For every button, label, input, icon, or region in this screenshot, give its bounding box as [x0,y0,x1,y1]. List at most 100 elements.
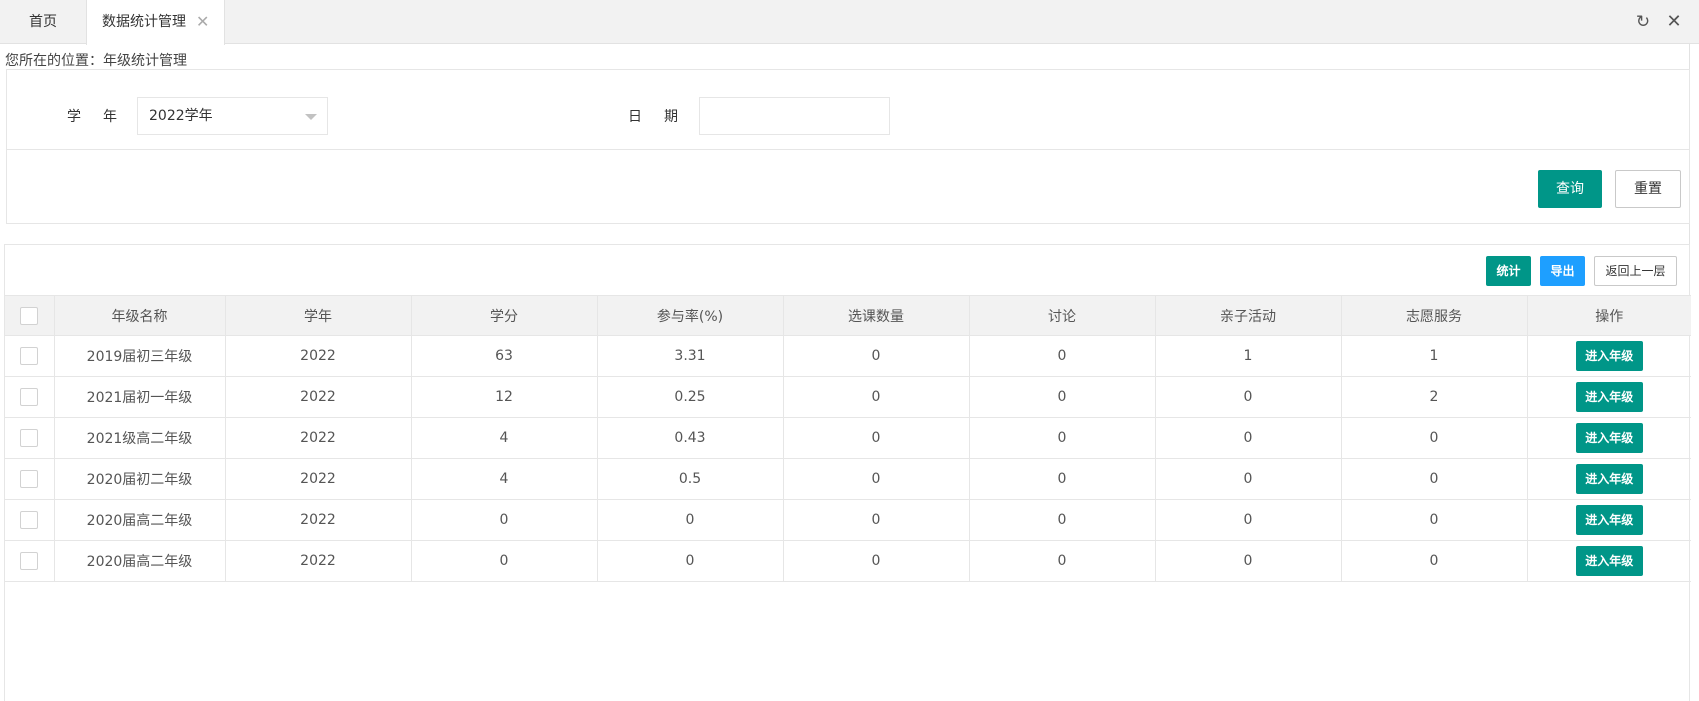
row-checkbox[interactable] [20,470,39,488]
enter-grade-button[interactable]: 进入年级 [1575,505,1643,535]
query-button[interactable]: 查询 [1538,170,1602,208]
table-row: 2020届高二年级 2022 0 0 0 0 0 0 进入年级 [5,540,1691,582]
courses-cell: 0 [782,376,970,418]
volunteer-cell: 2 [1340,376,1528,418]
row-select-cell [5,376,55,418]
rate-cell: 0 [596,540,784,582]
table-row: 2020届高二年级 2022 0 0 0 0 0 0 进入年级 [5,499,1691,541]
grade-table: 年级名称 学年 学分 参与率(%) 选课数量 讨论 亲子活动 志愿服务 操作 2… [5,295,1691,582]
volunteer-cell: 1 [1340,335,1528,377]
action-cell: 进入年级 [1526,458,1691,500]
discussion-cell: 0 [968,417,1156,459]
year-cell: 2022 [224,458,412,500]
tab-data-statistics[interactable]: 数据统计管理 ✕ [86,0,225,45]
parent-activity-cell: 0 [1154,458,1342,500]
search-fields-row: 学年 2022学年 日期 [7,70,1689,150]
courses-cell: 0 [782,458,970,500]
column-header: 学分 [410,295,598,336]
date-label: 日期 [628,109,700,125]
enter-grade-button[interactable]: 进入年级 [1575,423,1643,453]
action-cell: 进入年级 [1526,417,1691,459]
search-panel: 学年 2022学年 日期 查询 重置 [6,69,1690,224]
grade-name-cell: 2021届初一年级 [53,376,226,418]
credits-cell: 0 [410,499,598,541]
year-cell: 2022 [224,499,412,541]
year-cell: 2022 [224,335,412,377]
column-header: 操作 [1526,295,1691,336]
caret-down-icon [305,114,317,120]
tab-label: 数据统计管理 [102,14,186,30]
credits-cell: 4 [410,417,598,459]
close-all-icon[interactable]: ✕ [1664,12,1684,32]
discussion-cell: 0 [968,499,1156,541]
action-cell: 进入年级 [1526,335,1691,377]
volunteer-cell: 0 [1340,417,1528,459]
parent-activity-cell: 1 [1154,335,1342,377]
grade-name-cell: 2020届高二年级 [53,499,226,541]
table-row: 2021级高二年级 2022 4 0.43 0 0 0 0 进入年级 [5,417,1691,459]
row-checkbox[interactable] [20,388,39,406]
row-checkbox[interactable] [20,429,39,447]
credits-cell: 0 [410,540,598,582]
volunteer-cell: 0 [1340,458,1528,500]
year-cell: 2022 [224,417,412,459]
table-header-row: 年级名称 学年 学分 参与率(%) 选课数量 讨论 亲子活动 志愿服务 操作 [5,295,1691,336]
breadcrumb: 您所在的位置：年级统计管理 [5,53,187,69]
courses-cell: 0 [782,540,970,582]
year-select-value: 2022学年 [149,108,213,124]
year-label: 学年 [67,109,139,125]
table-row: 2019届初三年级 2022 63 3.31 0 0 1 1 进入年级 [5,335,1691,377]
enter-grade-button[interactable]: 进入年级 [1575,382,1643,412]
column-header: 志愿服务 [1340,295,1528,336]
row-select-cell [5,499,55,541]
statistics-button[interactable]: 统计 [1486,256,1531,286]
close-icon[interactable]: ✕ [196,0,209,44]
discussion-cell: 0 [968,458,1156,500]
volunteer-cell: 0 [1340,499,1528,541]
credits-cell: 12 [410,376,598,418]
column-header: 参与率(%) [596,295,784,336]
column-header: 亲子活动 [1154,295,1342,336]
discussion-cell: 0 [968,335,1156,377]
discussion-cell: 0 [968,376,1156,418]
volunteer-cell: 0 [1340,540,1528,582]
credits-cell: 63 [410,335,598,377]
row-checkbox[interactable] [20,552,39,570]
column-header: 选课数量 [782,295,970,336]
export-button[interactable]: 导出 [1540,256,1585,286]
table-panel: 统计 导出 返回上一层 年级名称 学年 学分 参与率(%) 选课数量 讨论 亲子… [4,244,1691,701]
back-button[interactable]: 返回上一层 [1594,256,1677,286]
enter-grade-button[interactable]: 进入年级 [1575,341,1643,371]
parent-activity-cell: 0 [1154,499,1342,541]
rate-cell: 0.43 [596,417,784,459]
parent-activity-cell: 0 [1154,417,1342,459]
select-all-checkbox[interactable] [20,306,39,325]
date-input[interactable] [699,97,890,135]
row-select-cell [5,335,55,377]
row-select-cell [5,458,55,500]
row-select-cell [5,417,55,459]
action-cell: 进入年级 [1526,499,1691,541]
enter-grade-button[interactable]: 进入年级 [1575,546,1643,576]
select-all-cell [5,295,55,336]
rate-cell: 3.31 [596,335,784,377]
parent-activity-cell: 0 [1154,540,1342,582]
rate-cell: 0.5 [596,458,784,500]
enter-grade-button[interactable]: 进入年级 [1575,464,1643,494]
courses-cell: 0 [782,499,970,541]
tab-bar: 首页 数据统计管理 ✕ ↻ ✕ [0,0,1699,45]
action-cell: 进入年级 [1526,376,1691,418]
row-select-cell [5,540,55,582]
parent-activity-cell: 0 [1154,376,1342,418]
year-cell: 2022 [224,376,412,418]
year-select[interactable]: 2022学年 [137,97,328,135]
row-checkbox[interactable] [20,511,39,529]
table-row: 2021届初一年级 2022 12 0.25 0 0 0 2 进入年级 [5,376,1691,418]
rate-cell: 0 [596,499,784,541]
refresh-icon[interactable]: ↻ [1633,12,1653,32]
rate-cell: 0.25 [596,376,784,418]
row-checkbox[interactable] [20,347,39,365]
reset-button[interactable]: 重置 [1615,170,1681,208]
grade-name-cell: 2020届高二年级 [53,540,226,582]
tab-home[interactable]: 首页 [0,0,86,44]
